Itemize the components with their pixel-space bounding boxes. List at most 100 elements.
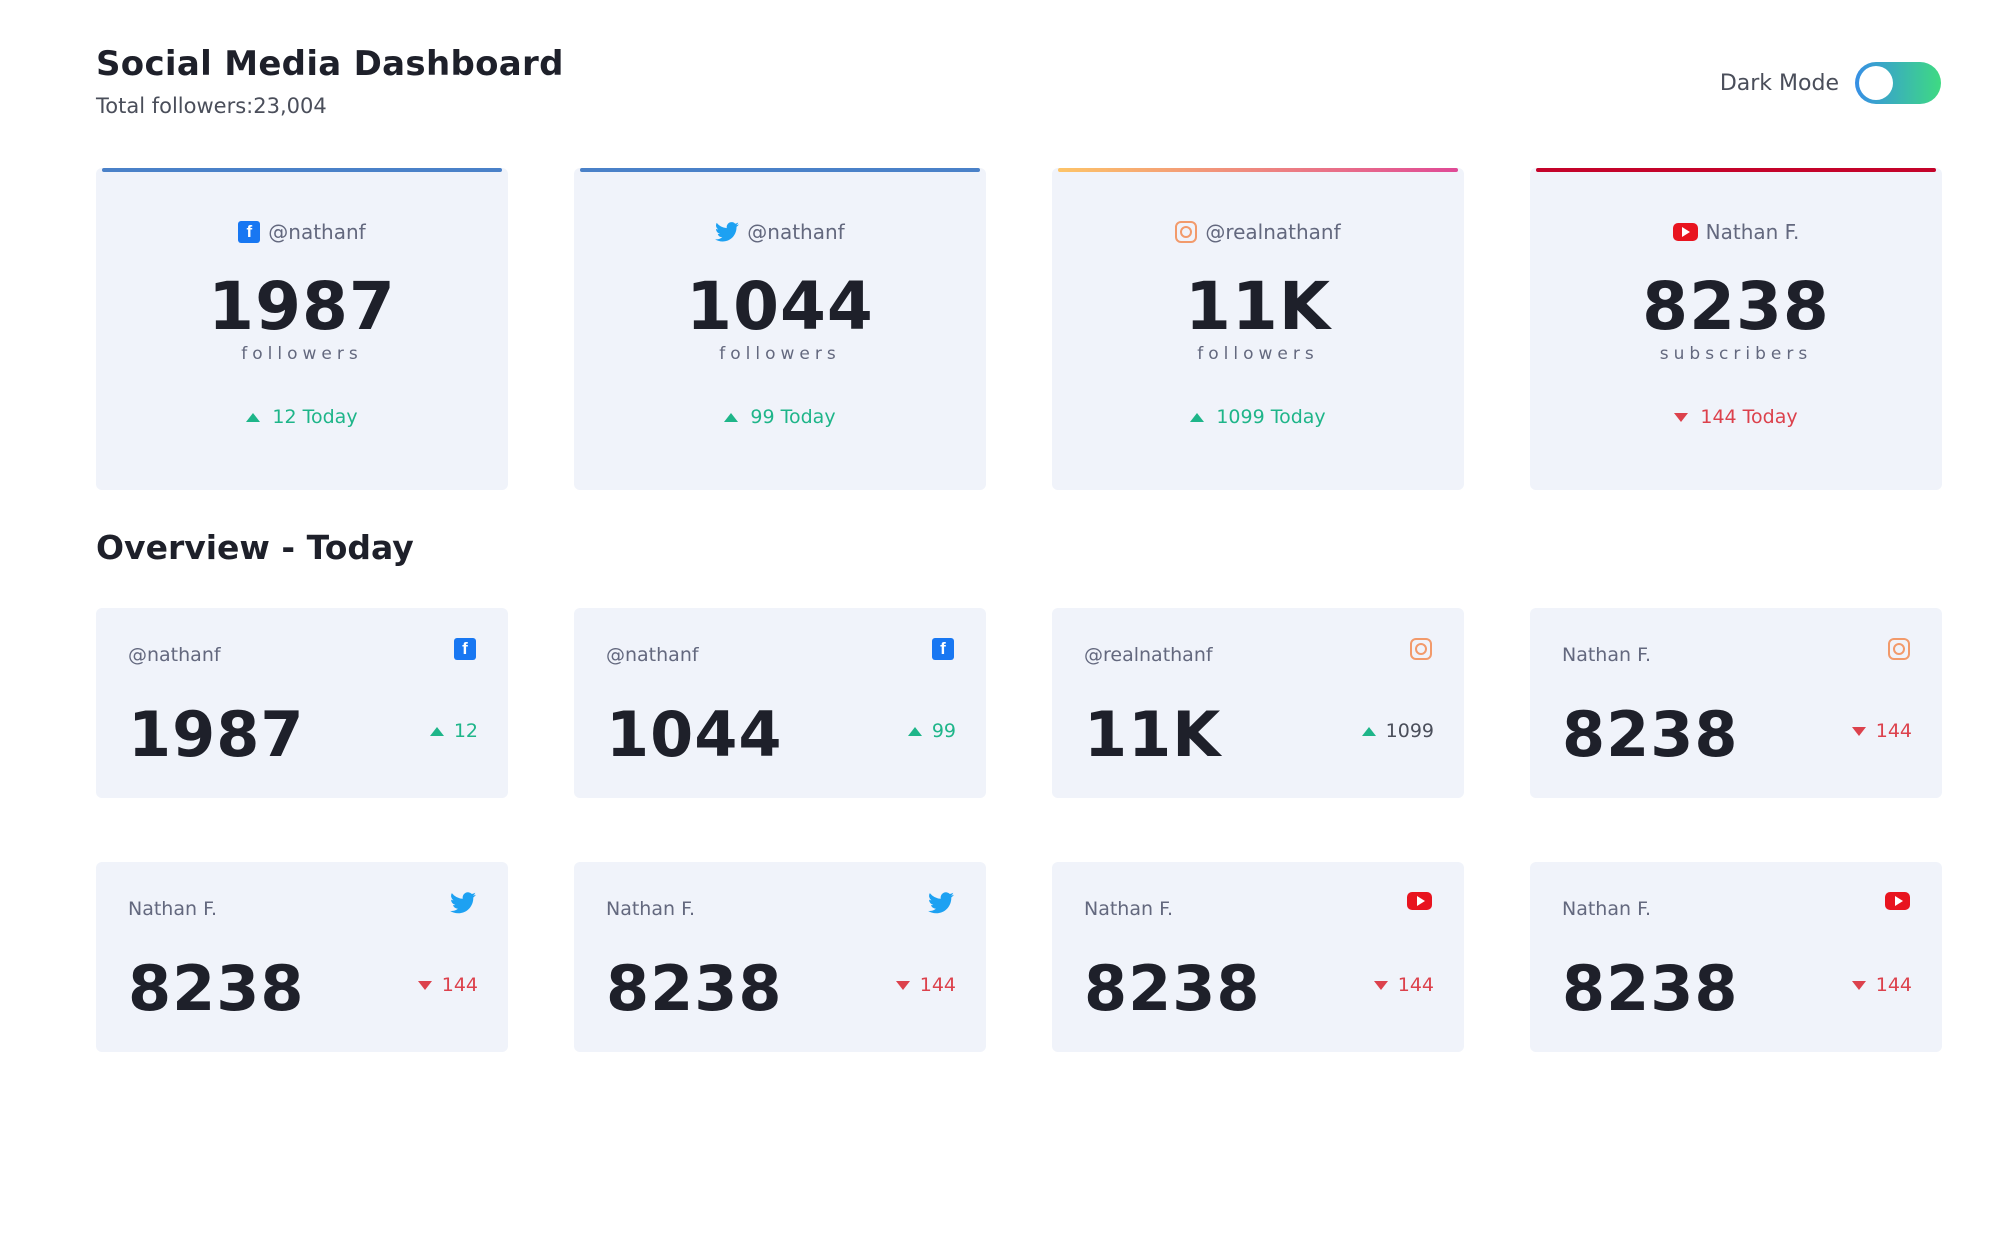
dark-mode-label: Dark Mode bbox=[1719, 70, 1839, 96]
arrow-down-icon bbox=[1851, 980, 1866, 990]
count-label: followers bbox=[1197, 344, 1319, 364]
facebook-icon: f bbox=[932, 638, 954, 660]
instagram-card[interactable]: @realnathanf 11K followers 1099 Today bbox=[1052, 168, 1464, 490]
handle-row: @nathanf bbox=[715, 220, 845, 244]
facebook-card[interactable]: f @nathanf 1987 followers 12 Today bbox=[96, 168, 508, 490]
overview-card[interactable]: Nathan F. 8238 144 bbox=[1530, 608, 1942, 798]
dark-mode-control: Dark Mode bbox=[1720, 62, 1941, 104]
twitter-card[interactable]: @nathanf 1044 followers 99 Today bbox=[574, 168, 986, 490]
card-value: 8238 bbox=[1084, 952, 1261, 1025]
card-accent-bar bbox=[1058, 168, 1458, 172]
change-value: 1099 bbox=[1385, 720, 1434, 742]
card-label: @realnathanf bbox=[1084, 644, 1213, 666]
follower-count: 1987 bbox=[208, 268, 396, 345]
handle: @nathanf bbox=[747, 220, 845, 244]
change-value: 12 bbox=[453, 720, 478, 742]
handle: Nathan F. bbox=[1705, 220, 1800, 244]
card-label: Nathan F. bbox=[1562, 898, 1651, 920]
card-value: 1987 bbox=[128, 698, 305, 771]
card-value: 8238 bbox=[128, 952, 305, 1025]
card-accent-bar bbox=[102, 168, 502, 172]
card-label: Nathan F. bbox=[128, 898, 217, 920]
overview-card[interactable]: @nathanf f 1987 12 bbox=[96, 608, 508, 798]
card-value: 8238 bbox=[1562, 698, 1739, 771]
arrow-up-icon bbox=[907, 726, 922, 736]
arrow-up-icon bbox=[724, 412, 739, 422]
youtube-icon bbox=[1407, 892, 1432, 910]
card-change: 12 bbox=[429, 720, 478, 742]
change-value: 144 bbox=[441, 974, 478, 996]
follower-count: 1044 bbox=[686, 268, 874, 345]
card-label: @nathanf bbox=[606, 644, 699, 666]
instagram-icon bbox=[1888, 638, 1910, 660]
change-value: 144 bbox=[1397, 974, 1434, 996]
subscriber-count: 8238 bbox=[1642, 268, 1830, 345]
today-change: 12 Today bbox=[246, 406, 358, 428]
instagram-icon bbox=[1410, 638, 1432, 660]
overview-card[interactable]: @nathanf f 1044 99 bbox=[574, 608, 986, 798]
facebook-icon: f bbox=[454, 638, 476, 660]
follower-count: 11K bbox=[1185, 268, 1331, 345]
arrow-down-icon bbox=[1373, 980, 1388, 990]
arrow-down-icon bbox=[1851, 726, 1866, 736]
handle-row: @realnathanf bbox=[1175, 220, 1341, 244]
today-change: 144 Today bbox=[1674, 406, 1798, 428]
instagram-icon bbox=[1175, 221, 1198, 243]
follower-cards: f @nathanf 1987 followers 12 Today @nath… bbox=[96, 168, 1942, 490]
today-value: 99 Today bbox=[750, 406, 836, 428]
arrow-down-icon bbox=[1674, 412, 1689, 422]
card-change: 99 bbox=[907, 720, 956, 742]
arrow-down-icon bbox=[417, 980, 432, 990]
change-value: 144 bbox=[919, 974, 956, 996]
twitter-icon bbox=[928, 892, 954, 914]
overview-card[interactable]: @realnathanf 11K 1099 bbox=[1052, 608, 1464, 798]
dark-mode-toggle[interactable] bbox=[1855, 62, 1941, 104]
overview-card[interactable]: Nathan F. 8238 144 bbox=[96, 862, 508, 1052]
handle-row: Nathan F. bbox=[1672, 220, 1800, 244]
card-change: 144 bbox=[895, 974, 956, 996]
card-accent-bar bbox=[580, 168, 980, 172]
dashboard-page: Social Media Dashboard Total followers:2… bbox=[0, 0, 2013, 1257]
arrow-up-icon bbox=[429, 726, 444, 736]
count-label: followers bbox=[241, 344, 363, 364]
arrow-up-icon bbox=[1361, 726, 1376, 736]
overview-card[interactable]: Nathan F. 8238 144 bbox=[1530, 862, 1942, 1052]
header-titles: Social Media Dashboard Total followers:2… bbox=[96, 44, 564, 118]
card-label: Nathan F. bbox=[1084, 898, 1173, 920]
handle: @nathanf bbox=[268, 220, 366, 244]
youtube-icon bbox=[1672, 223, 1698, 241]
card-change: 1099 bbox=[1361, 720, 1434, 742]
card-change: 144 bbox=[1851, 974, 1912, 996]
card-accent-bar bbox=[1536, 168, 1936, 172]
count-label: subscribers bbox=[1659, 344, 1813, 364]
arrow-up-icon bbox=[246, 412, 261, 422]
page-title: Social Media Dashboard bbox=[96, 44, 564, 84]
facebook-icon: f bbox=[238, 221, 261, 243]
header: Social Media Dashboard Total followers:2… bbox=[96, 44, 1941, 134]
change-value: 99 bbox=[931, 720, 956, 742]
card-change: 144 bbox=[1373, 974, 1434, 996]
card-value: 8238 bbox=[1562, 952, 1739, 1025]
change-value: 144 bbox=[1875, 720, 1912, 742]
toggle-knob bbox=[1859, 66, 1893, 100]
today-change: 1099 Today bbox=[1190, 406, 1326, 428]
twitter-icon bbox=[450, 892, 476, 914]
card-label: @nathanf bbox=[128, 644, 221, 666]
count-label: followers bbox=[719, 344, 841, 364]
today-value: 144 Today bbox=[1700, 406, 1798, 428]
overview-card[interactable]: Nathan F. 8238 144 bbox=[574, 862, 986, 1052]
arrow-down-icon bbox=[895, 980, 910, 990]
overview-title: Overview - Today bbox=[96, 528, 414, 567]
today-change: 99 Today bbox=[724, 406, 836, 428]
youtube-card[interactable]: Nathan F. 8238 subscribers 144 Today bbox=[1530, 168, 1942, 490]
total-followers: Total followers:23,004 bbox=[96, 94, 327, 118]
handle: @realnathanf bbox=[1205, 220, 1341, 244]
twitter-icon bbox=[715, 222, 740, 242]
overview-card[interactable]: Nathan F. 8238 144 bbox=[1052, 862, 1464, 1052]
card-value: 8238 bbox=[606, 952, 783, 1025]
card-label: Nathan F. bbox=[606, 898, 695, 920]
overview-grid: @nathanf f 1987 12 @nathanf f 1044 99 @r… bbox=[96, 608, 1942, 1052]
change-value: 144 bbox=[1875, 974, 1912, 996]
card-value: 11K bbox=[1084, 698, 1222, 771]
today-value: 1099 Today bbox=[1216, 406, 1326, 428]
